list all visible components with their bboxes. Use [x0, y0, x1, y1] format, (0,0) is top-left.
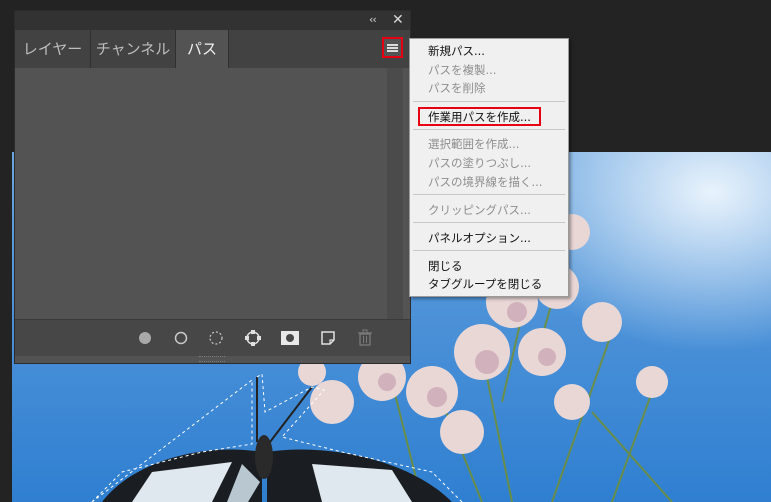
menu-separator: [413, 222, 565, 223]
panel-menu-button[interactable]: [382, 37, 403, 58]
make-work-path-icon[interactable]: [242, 327, 264, 349]
menu-item-new-path[interactable]: 新規パス...: [428, 42, 485, 60]
tab-layers[interactable]: レイヤー: [15, 30, 91, 68]
menu-separator: [413, 194, 565, 195]
new-path-icon[interactable]: [317, 327, 339, 349]
tab-channels[interactable]: チャンネル: [91, 30, 176, 68]
fill-path-icon[interactable]: [134, 327, 156, 349]
collapse-panel-button[interactable]: ‹‹: [369, 12, 377, 28]
menu-separator: [413, 101, 565, 102]
stroke-path-icon[interactable]: [170, 327, 192, 349]
hamburger-icon: [387, 43, 398, 52]
scrollbar[interactable]: [387, 68, 403, 319]
resize-grip[interactable]: [199, 356, 225, 362]
menu-item-duplicate-path[interactable]: パスを複製...: [428, 61, 496, 79]
menu-item-clipping-path[interactable]: クリッピングパス...: [428, 201, 531, 219]
menu-item-make-work-path[interactable]: 作業用パスを作成...: [428, 108, 531, 126]
menu-item-fill-path[interactable]: パスの塗りつぶし...: [428, 154, 531, 172]
menu-item-make-selection[interactable]: 選択範囲を作成...: [428, 135, 519, 153]
menu-separator: [413, 250, 565, 251]
paths-list[interactable]: [15, 68, 410, 319]
panel-tabbar: レイヤー チャンネル パス: [15, 30, 410, 68]
menu-item-panel-options[interactable]: パネルオプション...: [428, 229, 531, 247]
panel-footer: [15, 319, 410, 356]
trash-icon[interactable]: [354, 327, 376, 349]
close-panel-button[interactable]: ✕: [392, 12, 404, 28]
panel-titlebar[interactable]: ‹‹ ✕: [15, 11, 410, 30]
menu-separator: [413, 129, 565, 130]
paths-panel: ‹‹ ✕ レイヤー チャンネル パス: [14, 10, 411, 364]
menu-item-close-tab-group[interactable]: タブグループを閉じる: [428, 275, 542, 293]
menu-item-close[interactable]: 閉じる: [428, 257, 463, 275]
tab-paths[interactable]: パス: [176, 30, 229, 68]
load-selection-icon[interactable]: [205, 327, 227, 349]
menu-item-delete-path[interactable]: パスを削除: [428, 79, 486, 97]
menu-item-stroke-path[interactable]: パスの境界線を描く...: [428, 173, 542, 191]
add-mask-icon[interactable]: [279, 327, 301, 349]
panel-flyout-menu: 新規パス... パスを複製... パスを削除 作業用パスを作成... 選択範囲を…: [409, 38, 569, 297]
